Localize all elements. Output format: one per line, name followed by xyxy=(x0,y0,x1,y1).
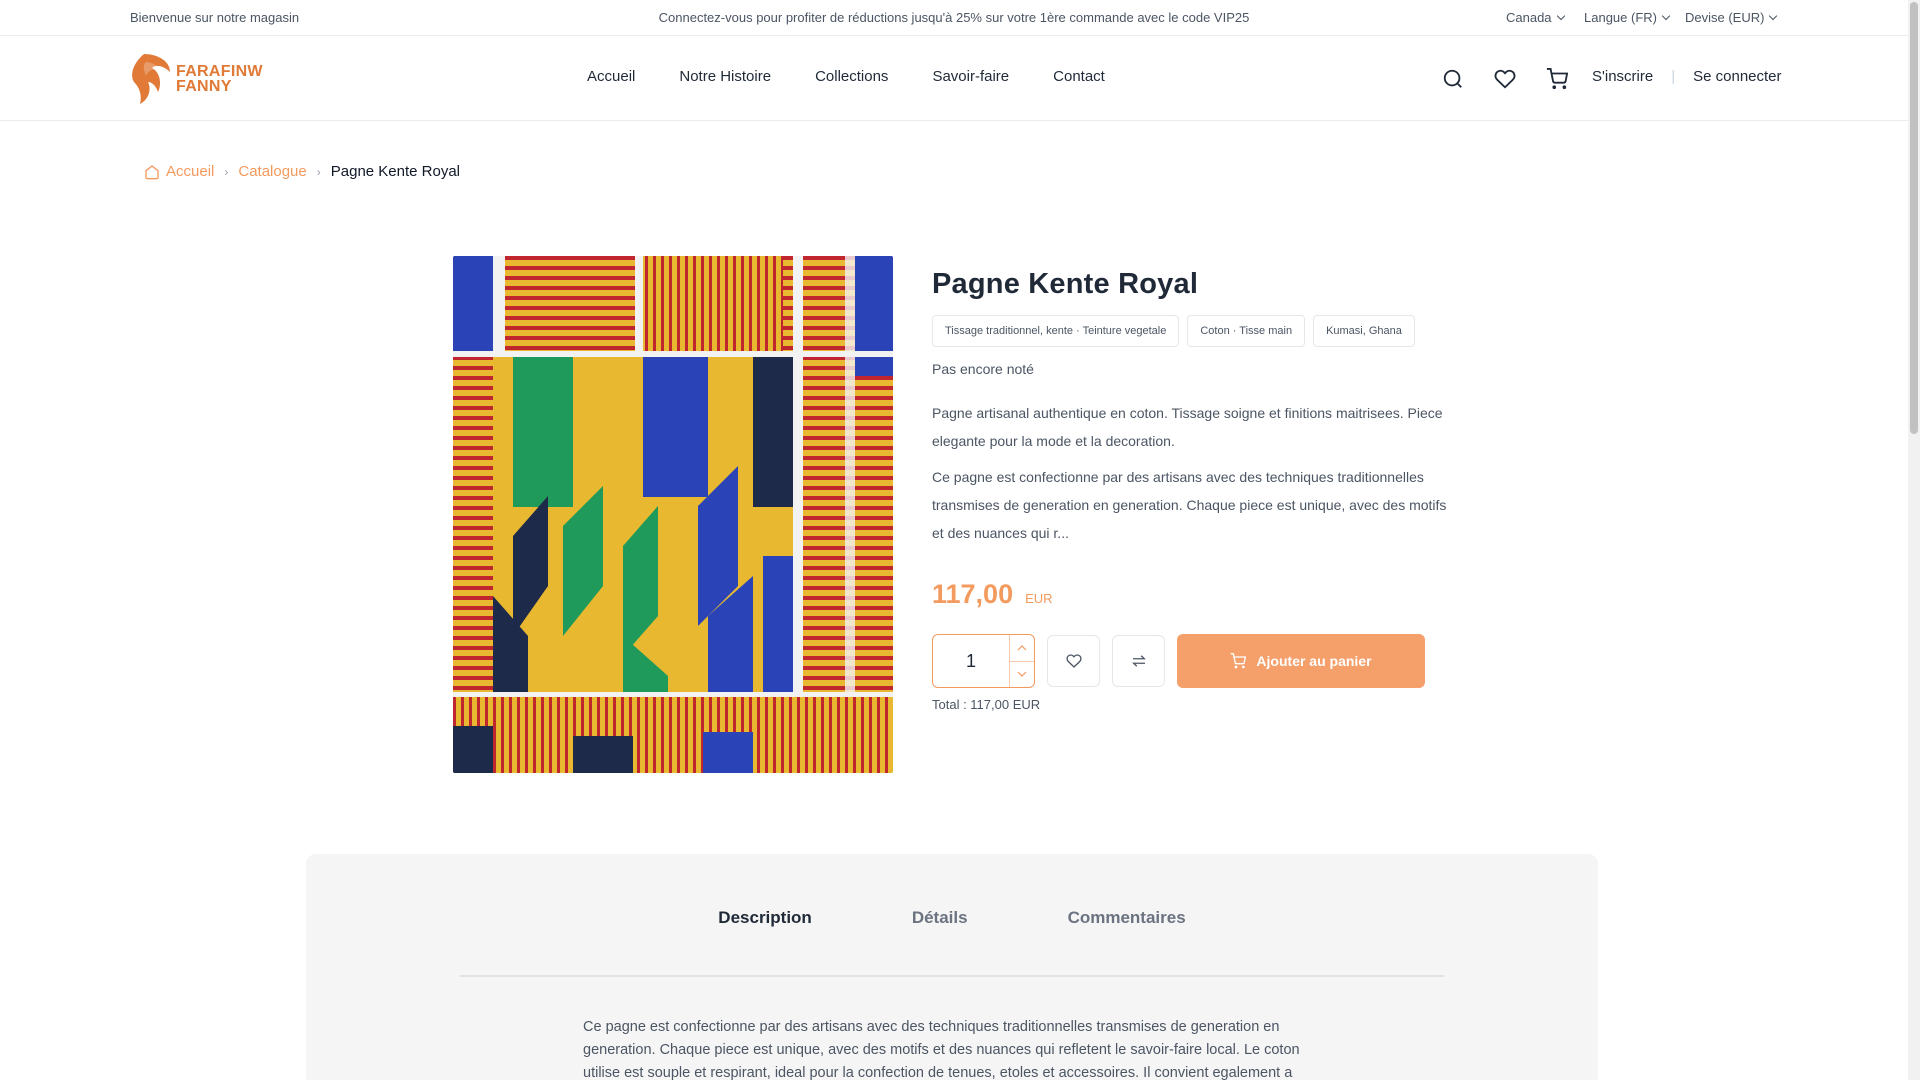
header-icons xyxy=(1440,66,1570,92)
product-title: Pagne Kente Royal xyxy=(932,268,1199,300)
quantity-input[interactable] xyxy=(933,635,1009,687)
nav-item-collections[interactable]: Collections xyxy=(815,68,888,85)
wishlist-button[interactable] xyxy=(1047,635,1100,687)
language-dropdown[interactable]: Langue (FR) xyxy=(1584,10,1671,25)
quantity-increase-button[interactable] xyxy=(1010,635,1034,661)
language-label: Langue (FR) xyxy=(1584,10,1657,25)
site-logo[interactable]: FARAFINW FANNY xyxy=(130,52,263,106)
cart-icon[interactable] xyxy=(1544,66,1570,92)
compare-button[interactable] xyxy=(1112,635,1165,687)
tab-comments[interactable]: Commentaires xyxy=(1068,908,1186,928)
breadcrumb-separator: › xyxy=(224,164,229,179)
nav-item-contact[interactable]: Contact xyxy=(1053,68,1105,85)
tab-description[interactable]: Description xyxy=(718,908,812,928)
search-icon[interactable] xyxy=(1440,66,1466,92)
compare-arrows-icon xyxy=(1131,655,1146,667)
product-tags: Tissage traditionnel, kente · Teinture v… xyxy=(932,315,1452,347)
currency-dropdown[interactable]: Devise (EUR) xyxy=(1685,10,1778,25)
description-short: Pagne artisanal authentique en coton. Ti… xyxy=(932,405,1443,449)
logo-text-line1: FARAFINW xyxy=(176,63,263,80)
product-tabs: Description Détails Commentaires xyxy=(306,908,1598,928)
auth-links: S'inscrire | Se connecter xyxy=(1592,68,1782,85)
page-scrollbar[interactable] xyxy=(1908,0,1920,1080)
heart-icon xyxy=(1065,654,1082,668)
main-header: FARAFINW FANNY Accueil Notre Histoire Co… xyxy=(0,37,1908,121)
quantity-decrease-button[interactable] xyxy=(1010,660,1034,688)
rating-status: Pas encore noté xyxy=(932,361,1034,377)
breadcrumb-catalogue[interactable]: Catalogue xyxy=(238,163,306,180)
breadcrumb: Accueil › Catalogue › Pagne Kente Royal xyxy=(144,163,460,180)
total-price: Total : 117,00 EUR xyxy=(932,697,1041,712)
tag-technique: Tissage traditionnel, kente · Teinture v… xyxy=(932,315,1180,347)
quantity-stepper xyxy=(932,634,1035,688)
login-link[interactable]: Se connecter xyxy=(1693,68,1781,85)
country-label: Canada xyxy=(1506,10,1552,25)
tabs-divider xyxy=(460,975,1444,977)
chevron-down-icon xyxy=(1769,11,1778,21)
chevron-down-icon xyxy=(1017,671,1027,678)
register-link[interactable]: S'inscrire xyxy=(1592,68,1653,85)
currency-label: Devise (EUR) xyxy=(1685,10,1765,25)
auth-divider: | xyxy=(1671,68,1676,85)
scrollbar-thumb[interactable] xyxy=(1910,2,1918,434)
product-description: Pagne artisanal authentique en coton. Ti… xyxy=(932,399,1452,547)
top-bar: Bienvenue sur notre magasin Connectez-vo… xyxy=(0,0,1908,36)
logo-mark-icon xyxy=(132,54,170,104)
tag-material: Coton · Tisse main xyxy=(1187,315,1306,347)
product-price: 117,00 xyxy=(932,579,1014,609)
logo-text-line2: FANNY xyxy=(176,78,232,95)
description-long: Ce pagne est confectionne par des artisa… xyxy=(932,469,1447,541)
kente-fabric-image xyxy=(453,256,893,773)
breadcrumb-current: Pagne Kente Royal xyxy=(330,163,461,180)
price-row: 117,00 EUR xyxy=(932,579,1452,610)
product-tabs-section: Description Détails Commentaires Ce pagn… xyxy=(306,854,1598,1080)
home-icon xyxy=(145,164,159,179)
breadcrumb-home[interactable]: Accueil xyxy=(166,163,214,180)
quantity-steps xyxy=(1009,635,1034,687)
chevron-up-icon xyxy=(1017,644,1027,651)
add-to-cart-button[interactable]: Ajouter au panier xyxy=(1177,634,1425,688)
cart-icon xyxy=(1231,653,1247,669)
tab-content-description: Ce pagne est confectionne par des artisa… xyxy=(583,1019,1300,1080)
chevron-down-icon xyxy=(1661,11,1671,21)
product-info: Pagne Kente Royal Tissage traditionnel, … xyxy=(932,268,1452,610)
chevron-down-icon xyxy=(1556,11,1565,21)
heart-icon[interactable] xyxy=(1492,66,1518,92)
purchase-actions: Ajouter au panier xyxy=(932,634,1425,688)
breadcrumb-separator: › xyxy=(316,164,321,179)
tag-origin: Kumasi, Ghana xyxy=(1313,315,1415,347)
tab-details[interactable]: Détails xyxy=(912,908,968,928)
country-dropdown[interactable]: Canada xyxy=(1506,10,1565,25)
nav-item-notre-histoire[interactable]: Notre Histoire xyxy=(679,68,771,85)
main-nav: Accueil Notre Histoire Collections Savoi… xyxy=(587,68,1105,85)
price-currency: EUR xyxy=(1025,591,1053,606)
product-image[interactable] xyxy=(453,256,893,773)
nav-item-accueil[interactable]: Accueil xyxy=(587,68,635,85)
nav-item-savoir-faire[interactable]: Savoir-faire xyxy=(932,68,1009,85)
add-to-cart-label: Ajouter au panier xyxy=(1256,653,1372,669)
